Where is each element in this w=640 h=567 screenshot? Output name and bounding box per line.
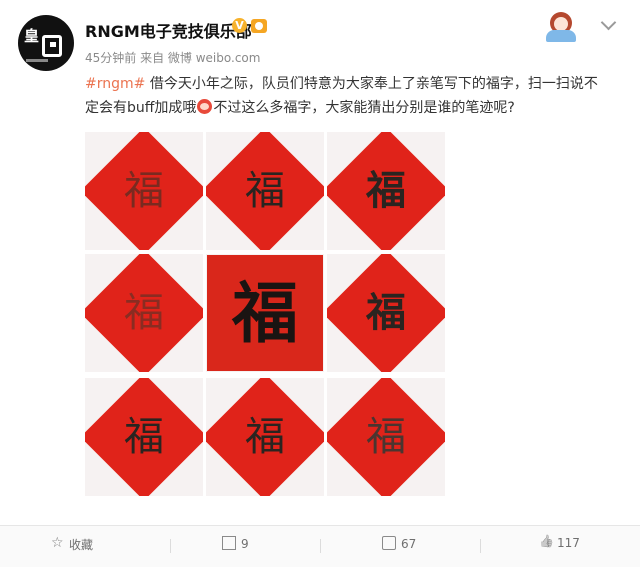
comment-count: 67 bbox=[401, 537, 417, 551]
image-tile-6[interactable]: 福 bbox=[327, 254, 445, 372]
thumbs-up-icon bbox=[540, 537, 552, 549]
like-button[interactable]: 117 bbox=[540, 536, 580, 550]
divider bbox=[320, 539, 321, 553]
image-tile-2[interactable]: 福 bbox=[206, 132, 324, 250]
like-count: 117 bbox=[557, 536, 580, 550]
action-bar: 收藏 9 67 117 bbox=[0, 525, 640, 567]
post-line-1-text: 借今天小年之际，队员们特意为大家奉上了亲笔写下的福字，扫一扫说不 bbox=[145, 76, 598, 92]
repost-count: 9 bbox=[241, 537, 249, 551]
heart-emoji-icon bbox=[197, 99, 213, 114]
fu-character: 福 bbox=[245, 414, 285, 460]
image-tile-8[interactable]: 福 bbox=[206, 378, 324, 496]
fu-character: 福 bbox=[124, 414, 164, 460]
divider bbox=[170, 539, 171, 553]
star-icon bbox=[51, 535, 64, 551]
logo-underline bbox=[26, 59, 48, 62]
post-line-2-a: 定会有buff加成哦 bbox=[85, 100, 197, 116]
fu-character: 福 bbox=[366, 414, 406, 460]
avatar-text: 皇 bbox=[24, 27, 40, 45]
post-text: #rngm# 借今天小年之际，队员们特意为大家奉上了亲笔写下的福字，扫一扫说不 … bbox=[85, 72, 625, 120]
vip-icon bbox=[251, 19, 267, 33]
fu-character: 福 bbox=[124, 290, 164, 336]
post-source[interactable]: 来自 微博 weibo.com bbox=[140, 51, 260, 65]
post-line-2-b: 不过这么多福字，大家能猜出分别是谁的笔迹呢? bbox=[213, 100, 515, 116]
image-tile-4[interactable]: 福 bbox=[85, 254, 203, 372]
post-line-1: #rngm# 借今天小年之际，队员们特意为大家奉上了亲笔写下的福字，扫一扫说不 bbox=[85, 72, 625, 96]
comment-button[interactable]: 67 bbox=[382, 536, 416, 551]
image-tile-3[interactable]: 福 bbox=[327, 132, 445, 250]
image-tile-5[interactable]: 福 bbox=[206, 254, 324, 372]
fu-character: 福 bbox=[245, 168, 285, 214]
fu-character: 福 bbox=[366, 167, 406, 214]
fu-character: 福 bbox=[366, 289, 406, 336]
mascot-icon bbox=[538, 8, 586, 44]
divider bbox=[480, 539, 481, 553]
image-grid: 福 福 福 福 福 福 福 福 福 bbox=[85, 132, 445, 500]
image-tile-7[interactable]: 福 bbox=[85, 378, 203, 496]
repost-icon bbox=[222, 536, 236, 550]
fu-character: 福 bbox=[232, 274, 298, 352]
repost-button[interactable]: 9 bbox=[222, 536, 249, 551]
comment-icon bbox=[382, 536, 396, 550]
post-meta: 45分钟前 来自 微博 weibo.com bbox=[85, 49, 260, 66]
avatar[interactable]: 皇 bbox=[18, 15, 74, 71]
verified-icon: V bbox=[232, 18, 247, 33]
favorite-label: 收藏 bbox=[69, 538, 94, 552]
favorite-button[interactable]: 收藏 bbox=[51, 535, 94, 553]
chevron-down-icon[interactable] bbox=[600, 14, 617, 31]
post-time[interactable]: 45分钟前 bbox=[85, 51, 136, 65]
rng-logo-icon bbox=[42, 35, 62, 57]
image-tile-1[interactable]: 福 bbox=[85, 132, 203, 250]
user-name[interactable]: RNGM电子竞技俱乐部 bbox=[85, 18, 252, 42]
fu-character: 福 bbox=[124, 168, 164, 214]
hashtag-link[interactable]: #rngm# bbox=[85, 76, 145, 92]
image-tile-9[interactable]: 福 bbox=[327, 378, 445, 496]
post-line-2: 定会有buff加成哦 不过这么多福字，大家能猜出分别是谁的笔迹呢? bbox=[85, 96, 625, 120]
